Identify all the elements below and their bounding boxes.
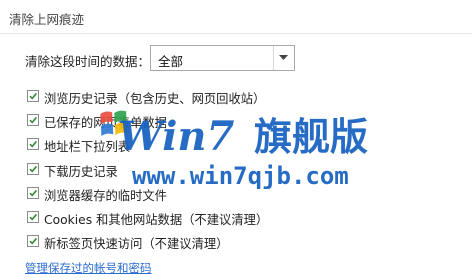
checkmark-icon <box>29 237 38 245</box>
checkmark-icon <box>29 189 38 197</box>
time-range-label: 清除这段时间的数据： <box>25 54 151 69</box>
option-label: 下载历史记录 <box>44 165 118 179</box>
checkmark-icon <box>29 140 38 148</box>
checkbox[interactable] <box>27 235 39 247</box>
checkmark-icon <box>29 116 38 124</box>
checkbox[interactable] <box>27 187 39 199</box>
option-label: Cookies 和其他网站数据（不建议清理） <box>44 213 269 227</box>
checkmark-icon <box>29 92 38 100</box>
dialog-title: 清除上网痕迹 <box>9 12 85 27</box>
checkbox[interactable] <box>27 211 39 223</box>
option-label: 浏览历史记录（包含历史、网页回收站） <box>44 92 266 106</box>
checkbox[interactable] <box>27 114 39 126</box>
chevron-down-icon <box>279 55 288 60</box>
dropdown-button[interactable] <box>273 46 294 70</box>
checkbox[interactable] <box>27 90 39 102</box>
option-label: 新标签页快速访问（不建议清理） <box>44 237 229 251</box>
time-range-value: 全部 <box>158 54 184 69</box>
option-label: 浏览器缓存的临时文件 <box>44 189 167 203</box>
watermark-brand: 旗舰版 <box>254 115 368 159</box>
title-divider <box>0 33 472 34</box>
time-range-select[interactable]: 全部 <box>150 45 295 71</box>
checkmark-icon <box>29 165 38 173</box>
option-label: 地址栏下拉列表 <box>44 140 131 154</box>
option-label: 已保存的网页表单数据 <box>44 116 167 130</box>
manage-passwords-link[interactable]: 管理保存过的帐号和密码 <box>25 260 152 276</box>
checkbox[interactable] <box>27 138 39 150</box>
checkmark-icon <box>29 213 38 221</box>
checkbox[interactable] <box>27 163 39 175</box>
